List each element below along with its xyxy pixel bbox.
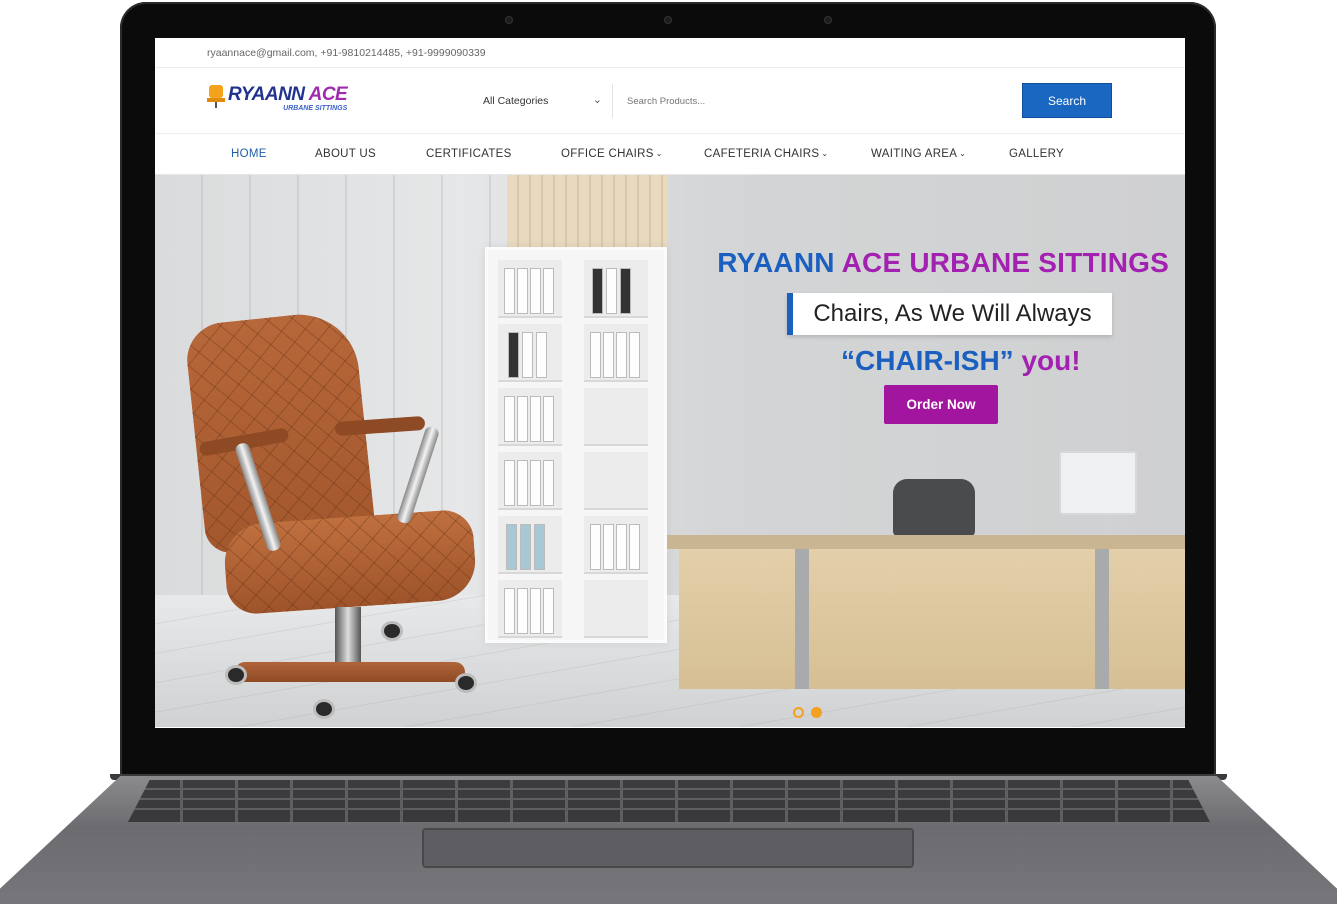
browser-viewport: ryaannace@gmail.com, +91-9810214485, +91… xyxy=(155,38,1185,728)
nav-waiting-area-label: WAITING AREA xyxy=(871,148,958,160)
chevron-down-icon: ⌄ xyxy=(959,149,967,158)
search-button[interactable]: Search xyxy=(1022,83,1112,118)
chevron-down-icon: ⌄ xyxy=(592,94,602,106)
hero-title-part2: ACE URBANE SITTINGS xyxy=(841,247,1169,278)
order-now-button[interactable]: Order Now xyxy=(884,385,998,424)
logo-name-part2: ACE xyxy=(308,84,348,105)
nav-office-chairs[interactable]: OFFICE CHAIRS ⌄ xyxy=(561,148,663,160)
hero-chairish-part1: “CHAIR-ISH” xyxy=(841,345,1014,376)
hero-title-part1: RYAANN xyxy=(717,247,835,278)
camera-icon xyxy=(665,17,671,23)
contact-info: ryaannace@gmail.com, +91-9810214485, +91… xyxy=(207,46,486,59)
sensor-dot xyxy=(506,17,512,23)
main-nav: HOME ABOUT US CERTIFICATES OFFICE CHAIRS… xyxy=(155,134,1185,175)
hero-bookshelf xyxy=(485,247,667,643)
hero-office-chair-image xyxy=(183,308,485,727)
hero-tagline: Chairs, As We Will Always xyxy=(787,293,1112,335)
sensor-dot xyxy=(825,17,831,23)
category-select-value: All Categories xyxy=(483,95,549,107)
hero-slider: RYAANN ACE URBANE SITTINGS Chairs, As We… xyxy=(155,175,1185,727)
nav-home[interactable]: HOME xyxy=(231,148,267,160)
chevron-down-icon: ⌄ xyxy=(655,149,663,158)
nav-about-us[interactable]: ABOUT US xyxy=(315,148,376,160)
search-input[interactable] xyxy=(621,84,1021,118)
nav-cafeteria-chairs-label: CAFETERIA CHAIRS xyxy=(704,148,820,160)
hero-monitor xyxy=(1059,451,1137,515)
chevron-down-icon: ⌄ xyxy=(821,149,829,158)
hero-title: RYAANN ACE URBANE SITTINGS xyxy=(155,247,1185,279)
site-logo[interactable]: RYAANN ACE URBANE SITTINGS xyxy=(207,84,348,112)
contact-bar: ryaannace@gmail.com, +91-9810214485, +91… xyxy=(155,38,1185,68)
chair-logo-icon xyxy=(207,85,225,109)
carousel-dot-1[interactable] xyxy=(793,707,804,718)
nav-waiting-area[interactable]: WAITING AREA ⌄ xyxy=(871,148,966,160)
nav-office-chairs-label: OFFICE CHAIRS xyxy=(561,148,654,160)
hero-chairish-part2: you! xyxy=(1021,345,1081,376)
category-select[interactable]: All Categories ⌄ xyxy=(475,84,613,118)
keyboard xyxy=(128,780,1210,822)
nav-cafeteria-chairs[interactable]: CAFETERIA CHAIRS ⌄ xyxy=(704,148,828,160)
nav-certificates[interactable]: CERTIFICATES xyxy=(426,148,512,160)
carousel-dot-2[interactable] xyxy=(811,707,822,718)
nav-gallery[interactable]: GALLERY xyxy=(1009,148,1064,160)
hero-wood-slats xyxy=(507,175,667,255)
logo-name-part1: RYAANN xyxy=(228,84,305,105)
hero-desk xyxy=(667,535,1185,549)
hero-desk-chair xyxy=(893,479,975,537)
trackpad xyxy=(422,828,914,868)
site-header: RYAANN ACE URBANE SITTINGS All Categorie… xyxy=(155,68,1185,134)
logo-subtitle: URBANE SITTINGS xyxy=(283,105,348,112)
hero-chairish: “CHAIR-ISH” you! xyxy=(841,345,1081,377)
